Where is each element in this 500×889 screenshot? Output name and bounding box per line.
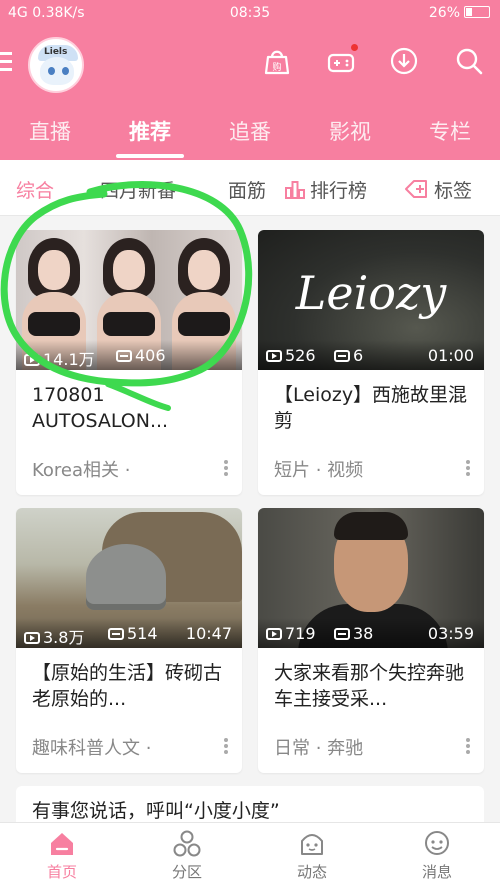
ranking-button[interactable]: 排行榜	[284, 176, 367, 203]
danmaku-icon	[116, 350, 132, 362]
view-count: 719	[285, 624, 316, 643]
more-options-icon[interactable]	[466, 460, 470, 476]
more-options-icon[interactable]	[466, 738, 470, 754]
battery-icon	[464, 6, 490, 18]
tab-bangumi[interactable]: 追番	[210, 116, 290, 146]
danmaku-icon	[334, 350, 350, 362]
video-category: Korea相关 ·	[32, 460, 131, 481]
filter-april-new[interactable]: 四月新番	[100, 176, 176, 203]
battery-status: 26%	[429, 5, 490, 21]
nav-messages-label: 消息	[421, 863, 452, 881]
filter-bar: 综合 四月新番 面筋 排行榜 标签	[0, 160, 500, 216]
video-thumbnail[interactable]: 719 38 03:59	[258, 508, 484, 648]
video-card[interactable]: 14.1万 406 170801 AUTOSALON... Korea相关 ·	[16, 230, 242, 495]
danmaku-icon	[334, 628, 350, 640]
play-count-icon	[266, 350, 282, 362]
thumbnail-stats: 526 6 01:00	[258, 340, 484, 370]
bottom-nav: 首页 分区 动态 消息	[0, 822, 500, 889]
play-count-icon	[24, 354, 40, 366]
more-options-icon[interactable]	[224, 460, 228, 476]
danmaku-icon	[108, 628, 124, 640]
nav-feed-label: 动态	[296, 863, 327, 881]
video-card[interactable]: 719 38 03:59 大家来看那个失控奔驰车主接受采... 日常 · 奔驰	[258, 508, 484, 773]
danmaku-count: 38	[353, 624, 374, 643]
danmaku-count: 406	[135, 346, 166, 365]
video-title[interactable]: 【Leiozy】西施故里混剪	[274, 382, 470, 434]
video-thumbnail[interactable]: 3.8万 514 10:47	[16, 508, 242, 648]
video-category: 短片 · 视频	[274, 460, 364, 481]
danmaku-count: 6	[353, 346, 364, 365]
nav-home-label: 首页	[46, 863, 77, 881]
video-thumbnail[interactable]: 14.1万 406	[16, 230, 242, 370]
tag-add-icon	[405, 180, 427, 198]
categories-icon	[173, 830, 201, 857]
video-card[interactable]: Leiozy 526 6 01:00 【Leiozy】西施故里混剪 短片 · 视…	[258, 230, 484, 495]
video-card[interactable]: 3.8万 514 10:47 【原始的生活】砖砌古老原始的... 趣味科普人文 …	[16, 508, 242, 773]
filter-mianjin[interactable]: 面筋	[228, 176, 266, 203]
nav-categories-label: 分区	[171, 863, 202, 881]
messages-icon	[425, 831, 449, 855]
gamepad-icon[interactable]	[326, 44, 358, 76]
video-thumbnail[interactable]: Leiozy 526 6 01:00	[258, 230, 484, 370]
clock: 08:35	[229, 5, 271, 21]
shop-bag-icon[interactable]: 购	[262, 46, 292, 76]
feed-icon	[301, 834, 323, 855]
tags-button[interactable]: 标签	[404, 176, 472, 203]
duration: 03:59	[427, 624, 474, 643]
nav-messages[interactable]: 消息	[397, 829, 477, 882]
tab-live[interactable]: 直播	[10, 116, 90, 146]
nav-home[interactable]: 首页	[22, 829, 102, 882]
app-bar: Liels 购	[0, 30, 500, 100]
play-count-icon	[24, 632, 40, 644]
ranking-label: 排行榜	[310, 180, 368, 202]
video-category: 趣味科普人文 ·	[32, 738, 152, 759]
nav-feed[interactable]: 动态	[272, 829, 352, 882]
avatar[interactable]: Liels	[28, 37, 84, 93]
ranking-icon	[285, 181, 305, 199]
duration: 10:47	[185, 624, 232, 643]
view-count: 526	[285, 346, 316, 365]
menu-icon[interactable]	[0, 52, 12, 74]
top-header: 4G 0.38K/s 08:35 26% Liels 购 直播 推荐 追番 影视…	[0, 0, 500, 160]
tab-columns[interactable]: 专栏	[410, 116, 490, 146]
download-icon[interactable]	[389, 46, 419, 76]
video-title[interactable]: 大家来看那个失控奔驰车主接受采...	[274, 660, 470, 712]
svg-text:购: 购	[272, 61, 281, 73]
status-bar: 4G 0.38K/s 08:35 26%	[0, 0, 500, 28]
video-category: 日常 · 奔驰	[274, 738, 364, 759]
tags-label: 标签	[434, 180, 473, 202]
video-title[interactable]: 【原始的生活】砖砌古老原始的...	[32, 660, 228, 712]
home-icon	[51, 833, 73, 855]
banner-text: 有事您说话，呼叫“小度小度”	[32, 800, 280, 822]
thumbnail-stats: 14.1万 406	[16, 340, 242, 370]
danmaku-count: 514	[127, 624, 158, 643]
thumbnail-stats: 3.8万 514 10:47	[16, 618, 242, 648]
view-count: 14.1万	[43, 350, 95, 369]
active-tab-indicator	[116, 154, 184, 158]
tab-recommend[interactable]: 推荐	[110, 116, 190, 146]
search-icon[interactable]	[454, 46, 484, 76]
tab-movies[interactable]: 影视	[310, 116, 390, 146]
avatar-logo: Liels	[44, 47, 68, 57]
thumbnail-text: Leiozy	[295, 266, 447, 320]
thumbnail-stats: 719 38 03:59	[258, 618, 484, 648]
nav-categories[interactable]: 分区	[147, 829, 227, 882]
video-title[interactable]: 170801 AUTOSALON...	[32, 382, 228, 434]
play-count-icon	[266, 628, 282, 640]
notification-dot	[351, 44, 358, 51]
more-options-icon[interactable]	[224, 738, 228, 754]
top-tabs: 直播 推荐 追番 影视 专栏	[0, 110, 500, 158]
view-count: 3.8万	[43, 628, 85, 647]
duration: 01:00	[427, 346, 474, 365]
promo-banner[interactable]: 有事您说话，呼叫“小度小度”	[16, 786, 484, 826]
filter-all[interactable]: 综合	[16, 176, 54, 203]
